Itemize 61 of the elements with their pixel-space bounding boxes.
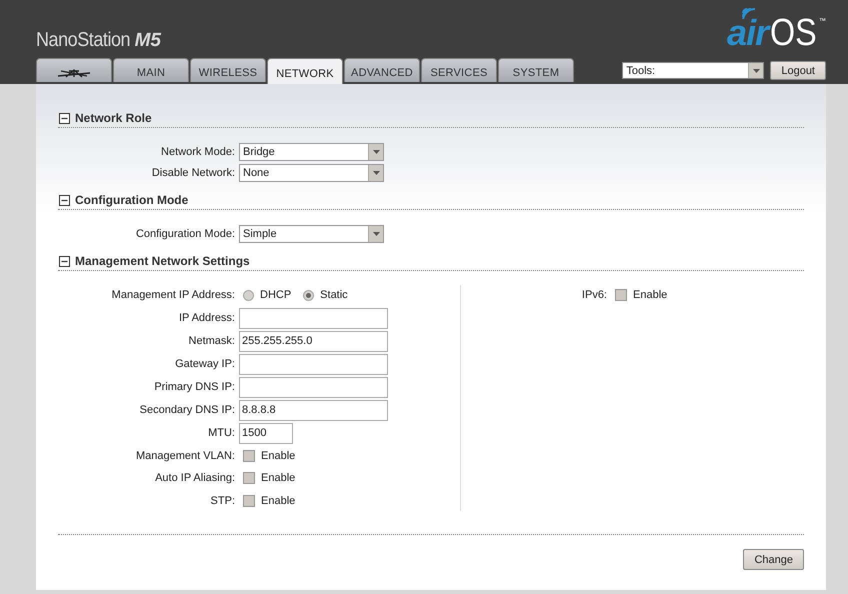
option-label: Static (320, 289, 348, 302)
collapse-toggle-icon[interactable] (59, 194, 70, 206)
field-label: IP Address: (178, 312, 236, 324)
checkbox-label: Enable (261, 450, 296, 462)
checkbox[interactable] (615, 289, 627, 302)
model-name: M5 (134, 30, 161, 52)
input-field[interactable] (239, 308, 388, 328)
option-label: DHCP (260, 289, 292, 302)
logo-text-os: OS (770, 18, 817, 48)
input-field[interactable]: 8.8.8.8 (239, 400, 388, 420)
radio-button[interactable] (303, 290, 314, 301)
checkbox-label: Enable (261, 494, 296, 507)
dropdown-arrow-icon (372, 232, 380, 236)
dropdown-arrow-icon (752, 68, 760, 72)
checkbox-label: Enable (633, 289, 668, 302)
dropdown-arrow-icon (372, 150, 380, 154)
field-label: Auto IP Aliasing: (154, 472, 236, 484)
tools-dropdown[interactable]: Tools: (622, 62, 764, 79)
section-title: Management Network Settings (75, 254, 250, 268)
field-label: Primary DNS IP: (153, 381, 236, 393)
input-field[interactable]: 255.255.255.0 (239, 330, 388, 352)
product-name: NanoStation (36, 29, 130, 52)
nav-tab[interactable]: SERVICES (421, 58, 497, 82)
wifi-signal-icon (741, 5, 758, 19)
collapse-toggle-icon[interactable] (59, 256, 70, 266)
change-button[interactable]: Change (743, 549, 804, 570)
field-label: IPv6: (580, 289, 608, 302)
dropdown-field[interactable]: Bridge (239, 142, 384, 160)
nav-tab[interactable]: WIRELESS (190, 58, 266, 82)
checkbox[interactable] (243, 450, 255, 462)
field-label: Gateway IP: (174, 358, 236, 370)
checkbox-label: Enable (261, 472, 296, 484)
dropdown-field[interactable]: Simple (239, 224, 384, 242)
nav-tab[interactable]: ADVANCED (344, 58, 420, 82)
section-title: Configuration Mode (75, 193, 188, 207)
collapse-toggle-icon[interactable] (59, 112, 70, 124)
radio-button[interactable] (243, 290, 254, 301)
logout-button[interactable]: Logout (770, 61, 826, 80)
field-label: Management VLAN: (134, 450, 236, 462)
field-label: Disable Network: (150, 166, 236, 178)
field-label: Configuration Mode: (134, 228, 236, 240)
nav-tab[interactable]: MAIN (113, 58, 189, 82)
field-label: STP: (210, 494, 236, 507)
field-label: Management IP Address: (110, 289, 236, 302)
logo-tab[interactable] (36, 58, 112, 82)
input-field[interactable]: 1500 (239, 422, 293, 444)
nav-tab[interactable]: SYSTEM (498, 58, 574, 82)
section-title: Network Role (75, 111, 152, 125)
checkbox[interactable] (243, 472, 255, 484)
field-label: Netmask: (188, 335, 236, 347)
nav-tab[interactable]: NETWORK (267, 58, 343, 84)
antenna-logo-icon (57, 68, 91, 78)
input-field[interactable] (239, 354, 388, 374)
input-field[interactable] (239, 376, 388, 398)
dropdown-field[interactable]: None (239, 164, 384, 182)
field-label: Network Mode: (160, 146, 236, 158)
field-label: Secondary DNS IP: (138, 404, 236, 416)
logo-text-air: air (727, 18, 768, 48)
field-label: MTU: (207, 427, 236, 439)
checkbox[interactable] (243, 494, 255, 507)
dropdown-arrow-icon (372, 170, 380, 174)
